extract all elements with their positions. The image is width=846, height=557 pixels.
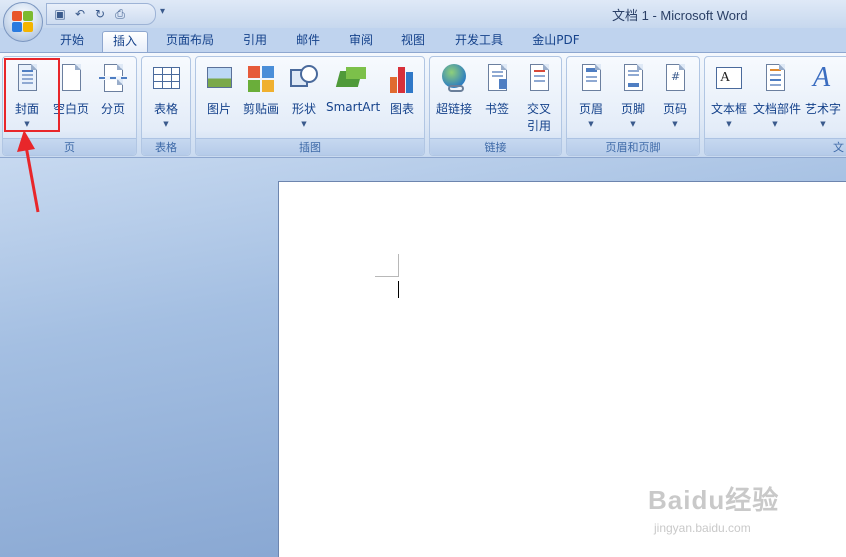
- clip-art-button[interactable]: 剪贴画: [239, 61, 283, 137]
- wordart-button[interactable]: A 艺术字 ▼: [801, 61, 845, 137]
- bookmark-icon: [481, 63, 513, 95]
- page-number-icon: #: [659, 63, 691, 95]
- dropdown-arrow-icon: ▼: [726, 120, 732, 128]
- group-illustrations: 图片 剪贴画 形状 ▼ SmartArt 图表 插图: [195, 56, 425, 156]
- smartart-button[interactable]: SmartArt: [326, 61, 380, 137]
- baidu-watermark: Baidu经验 jingyan.baidu.com: [648, 480, 779, 535]
- group-links: 超链接 书签 交叉 引用 链接: [429, 56, 562, 156]
- tab-review[interactable]: 审阅: [346, 31, 376, 52]
- watermark-brand: Baidu经验: [648, 485, 780, 515]
- clip-art-icon: [245, 63, 277, 95]
- page-break-icon: [97, 63, 129, 95]
- footer-icon: [617, 63, 649, 95]
- header-icon: [575, 63, 607, 95]
- print-preview-icon[interactable]: ⎙: [113, 7, 127, 21]
- quick-parts-button[interactable]: 文档部件 ▼: [753, 61, 801, 137]
- quick-access-toolbar: ▣ ↶ ↻ ⎙: [46, 3, 156, 25]
- tab-page-layout[interactable]: 页面布局: [162, 31, 218, 52]
- shapes-icon: [288, 63, 320, 95]
- tab-developer[interactable]: 开发工具: [450, 31, 508, 52]
- tab-kingsoft-pdf[interactable]: 金山PDF: [530, 31, 582, 52]
- tab-mailings[interactable]: 邮件: [293, 31, 323, 52]
- red-arrow-icon: [17, 130, 40, 213]
- group-tables: 表格 ▼ 表格: [141, 56, 191, 156]
- wordart-icon: A: [813, 62, 831, 93]
- redo-icon[interactable]: ↻: [93, 7, 107, 21]
- page-number-button[interactable]: # 页码 ▼: [653, 61, 697, 137]
- group-text: A 文本框 ▼ 文档部件 ▼ A 艺术字 ▼ 文: [704, 56, 846, 156]
- bookmark-button[interactable]: 书签: [475, 61, 519, 137]
- cross-reference-icon: [523, 63, 555, 95]
- picture-button[interactable]: 图片: [197, 61, 241, 137]
- table-button[interactable]: 表格 ▼: [144, 61, 188, 137]
- text-cursor: [398, 281, 399, 298]
- smartart-icon: [335, 63, 368, 95]
- ribbon-tabs: 开始 插入 页面布局 引用 邮件 审阅 视图 开发工具 金山PDF: [0, 28, 846, 52]
- tab-home[interactable]: 开始: [56, 31, 88, 52]
- shapes-button[interactable]: 形状 ▼: [282, 61, 326, 137]
- save-icon[interactable]: ▣: [53, 7, 67, 21]
- group-header-footer: 页眉 ▼ 页脚 ▼ # 页码 ▼ 页眉和页脚: [566, 56, 700, 156]
- chart-icon: [386, 63, 418, 95]
- group-label-text: 文: [705, 138, 846, 155]
- quick-parts-icon: [759, 63, 791, 95]
- highlight-box: [4, 58, 60, 132]
- office-logo-icon: [12, 11, 34, 33]
- text-box-icon: A: [713, 63, 745, 95]
- ribbon: 封面 ▼ 空白页 分页 页 表格 ▼ 表格 图片 剪贴画 形状 ▼ SmartA…: [0, 52, 846, 158]
- tab-insert[interactable]: 插入: [102, 31, 148, 52]
- dropdown-arrow-icon: ▼: [772, 120, 778, 128]
- watermark-url: jingyan.baidu.com: [654, 521, 751, 535]
- table-icon: [150, 63, 182, 95]
- margin-corner-mark: [375, 254, 399, 277]
- dropdown-arrow-icon: ▼: [630, 120, 636, 128]
- window-title: 文档 1 - Microsoft Word: [612, 8, 748, 23]
- dropdown-arrow-icon: ▼: [301, 120, 307, 128]
- dropdown-arrow-icon: ▼: [672, 120, 678, 128]
- office-button[interactable]: [3, 2, 43, 42]
- undo-icon[interactable]: ↶: [73, 7, 87, 21]
- hyperlink-button[interactable]: 超链接: [432, 61, 476, 137]
- globe-icon: [438, 63, 470, 95]
- tab-view[interactable]: 视图: [398, 31, 428, 52]
- customize-toolbar-icon[interactable]: ▾: [160, 6, 165, 17]
- dropdown-arrow-icon: ▼: [820, 120, 826, 128]
- header-button[interactable]: 页眉 ▼: [569, 61, 613, 137]
- dropdown-arrow-icon: ▼: [588, 120, 594, 128]
- tab-references[interactable]: 引用: [240, 31, 270, 52]
- page-break-button[interactable]: 分页: [91, 61, 135, 137]
- group-label-tables: 表格: [142, 138, 190, 155]
- group-label-links: 链接: [430, 138, 561, 155]
- group-label-illustrations: 插图: [196, 138, 424, 155]
- text-box-button[interactable]: A 文本框 ▼: [707, 61, 751, 137]
- group-label-header-footer: 页眉和页脚: [567, 138, 699, 155]
- dropdown-arrow-icon: ▼: [163, 120, 169, 128]
- cross-reference-button[interactable]: 交叉 引用: [517, 61, 561, 137]
- footer-button[interactable]: 页脚 ▼: [611, 61, 655, 137]
- chart-button[interactable]: 图表: [380, 61, 424, 137]
- picture-icon: [203, 63, 235, 95]
- title-bar: ▣ ↶ ↻ ⎙ ▾ 文档 1 - Microsoft Word: [0, 0, 846, 28]
